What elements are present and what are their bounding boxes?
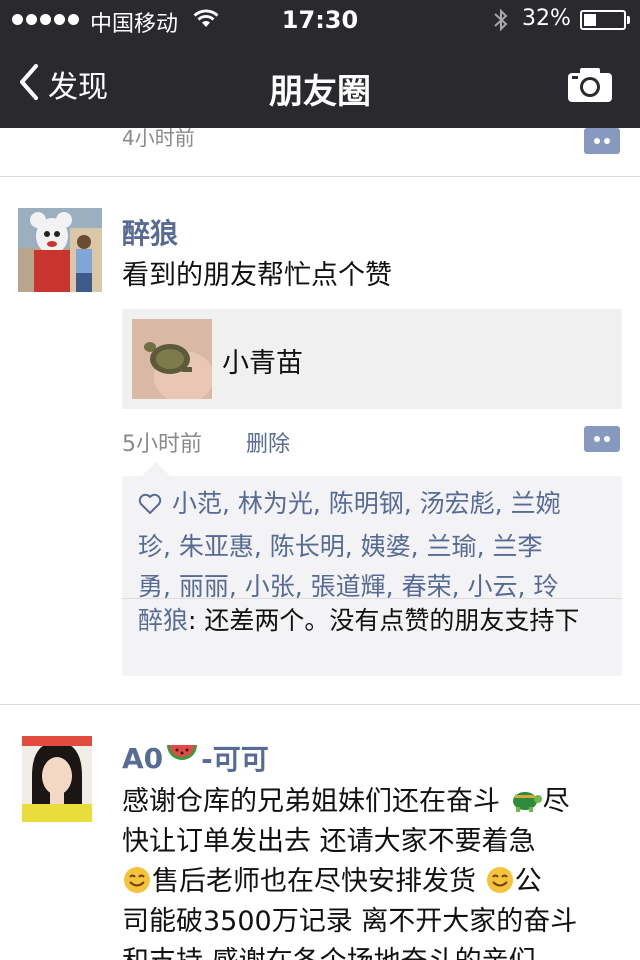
comment[interactable]: 醉狼: 还差两个。没有点赞的朋友支持下 bbox=[138, 602, 616, 640]
status-bar: 中国移动 17:30 32% bbox=[0, 0, 640, 40]
likes-list: 小范, 林为光, 陈明钢, 汤宏彪, 兰婉 珍, 朱亚惠, 陈长明, 姨婆, 兰… bbox=[138, 484, 616, 607]
post-text-line: 司能破3500万记录 离不开大家的奋斗 bbox=[122, 906, 578, 937]
post-text-line: 售后老师也在尽快安排发货 公 bbox=[122, 862, 622, 902]
text-segment: 尽 bbox=[542, 786, 570, 817]
author-name-prefix: A0 bbox=[122, 741, 164, 775]
smile-emoji-icon bbox=[122, 866, 152, 897]
likes-box-arrow bbox=[142, 462, 170, 476]
battery-percent: 32% bbox=[522, 6, 571, 31]
post-time: 5小时前 bbox=[122, 432, 202, 457]
battery-tip bbox=[627, 16, 630, 24]
bluetooth-icon bbox=[492, 8, 510, 38]
moments-feed[interactable]: 4小时前 醉狼 看到的朋友帮忙点个赞 小青苗 5小时前 删除 小范, 林为光, … bbox=[0, 128, 640, 960]
likes-line[interactable]: 珍, 朱亚惠, 陈长明, 姨婆, 兰瑜, 兰李 bbox=[138, 527, 616, 567]
shared-title: 小青苗 bbox=[222, 348, 303, 379]
comment-more-icon[interactable] bbox=[584, 128, 620, 158]
camera-icon bbox=[566, 68, 614, 108]
watermelon-emoji-icon bbox=[165, 741, 199, 776]
author-name-suffix: -可可 bbox=[201, 743, 269, 776]
text-segment: 公 bbox=[514, 866, 542, 897]
post-text-line: 和支持 感谢在各个场地奋斗的亲们 bbox=[122, 942, 622, 960]
post-text: 感谢仓库的兄弟姐妹们还在奋斗 尽 快让订单发出去 还请大家不要着急 售后老师也在… bbox=[122, 782, 622, 960]
shared-thumbnail bbox=[132, 319, 212, 399]
comment-more-button[interactable] bbox=[584, 426, 620, 456]
text-segment: 售后老师也在尽快安排发货 bbox=[152, 866, 485, 897]
shared-link-card[interactable]: 小青苗 bbox=[122, 309, 622, 409]
heart-outline-icon bbox=[138, 487, 162, 527]
nav-bar: 发现 朋友圈 bbox=[0, 40, 640, 128]
likes-line: 小范, 林为光, 陈明钢, 汤宏彪, 兰婉 bbox=[138, 484, 616, 527]
post-divider bbox=[0, 704, 640, 705]
post-author[interactable]: 醉狼 bbox=[122, 212, 178, 252]
post-text-line: 快让订单发出去 还请大家不要着急 bbox=[122, 826, 536, 857]
turtle-emoji-icon bbox=[509, 786, 543, 817]
likers[interactable]: 小范, 林为光, 陈明钢, 汤宏彪, 兰婉 bbox=[172, 489, 561, 518]
post-author[interactable]: A0 -可可 bbox=[122, 738, 269, 778]
comment-text: : 还差两个。没有点赞的朋友支持下 bbox=[188, 606, 580, 635]
post-divider bbox=[0, 176, 640, 177]
likes-separator bbox=[122, 598, 622, 599]
post-text: 看到的朋友帮忙点个赞 bbox=[122, 260, 392, 291]
smile-emoji-icon bbox=[485, 866, 515, 897]
previous-post-time: 4小时前 bbox=[122, 128, 195, 150]
battery-icon bbox=[580, 10, 626, 30]
likes-comments-box: 小范, 林为光, 陈明钢, 汤宏彪, 兰婉 珍, 朱亚惠, 陈长明, 姨婆, 兰… bbox=[122, 462, 622, 676]
likes-line[interactable]: 勇, 丽丽, 小张, 張道輝, 春荣, 小云, 玲 bbox=[138, 567, 616, 607]
page-title: 朋友圈 bbox=[269, 72, 371, 112]
camera-button[interactable] bbox=[566, 66, 614, 108]
post-text-line: 感谢仓库的兄弟姐妹们还在奋斗 尽 bbox=[122, 782, 622, 822]
delete-link[interactable]: 删除 bbox=[246, 426, 290, 458]
top-bar: 中国移动 17:30 32% 发现 朋友圈 bbox=[0, 0, 640, 128]
avatar[interactable] bbox=[18, 208, 102, 292]
text-segment: 感谢仓库的兄弟姐妹们还在奋斗 bbox=[122, 786, 509, 817]
avatar[interactable] bbox=[22, 736, 92, 822]
comment-author[interactable]: 醉狼 bbox=[138, 606, 188, 635]
